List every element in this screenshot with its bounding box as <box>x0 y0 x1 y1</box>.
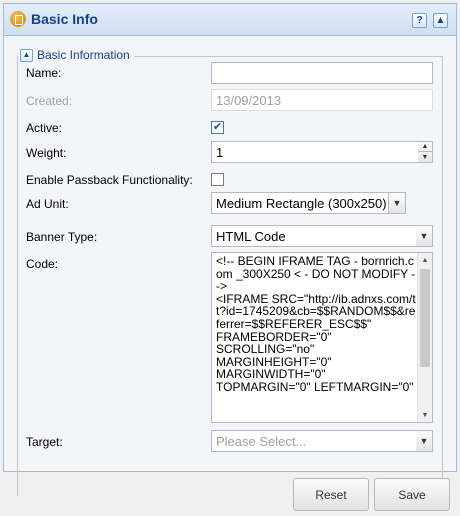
collapse-fieldset-icon[interactable]: ▲ <box>20 48 33 62</box>
target-select[interactable]: Please Select... <box>211 430 417 452</box>
passback-checkbox[interactable] <box>211 173 224 186</box>
scroll-thumb[interactable] <box>420 269 430 367</box>
weight-input[interactable]: 1 <box>211 141 419 163</box>
ad-unit-select[interactable]: Medium Rectangle (300x250) <box>211 192 389 214</box>
code-label: Code: <box>26 257 59 271</box>
reset-button[interactable]: Reset <box>293 478 369 511</box>
passback-label: Enable Passback Functionality: <box>26 173 193 187</box>
target-label: Target: <box>26 435 63 449</box>
save-button[interactable]: Save <box>374 478 450 511</box>
banner-type-label: Banner Type: <box>26 230 98 244</box>
name-input[interactable] <box>211 62 433 84</box>
banner-type-select[interactable]: HTML Code <box>211 225 417 247</box>
app-icon <box>10 11 26 27</box>
spin-down-icon[interactable]: ▼ <box>418 152 432 162</box>
weight-stepper[interactable]: ▲ ▼ <box>418 141 433 163</box>
collapse-panel-icon[interactable]: ▲ <box>433 13 448 28</box>
active-label: Active: <box>26 121 63 135</box>
created-label: Created: <box>26 94 73 108</box>
ad-unit-dropdown-icon[interactable]: ▼ <box>389 192 406 214</box>
code-textarea[interactable]: <!-- BEGIN IFRAME TAG - bornrich.com _30… <box>211 252 433 423</box>
active-checkbox[interactable]: ✔ <box>211 121 224 134</box>
code-scrollbar[interactable]: ▲ ▼ <box>417 253 432 422</box>
fieldset-legend-text: Basic Information <box>37 48 130 62</box>
scroll-down-icon[interactable]: ▼ <box>418 408 432 422</box>
weight-label: Weight: <box>26 146 67 160</box>
panel-header: Basic Info ? ▲ <box>4 4 456 36</box>
code-text: <!-- BEGIN IFRAME TAG - bornrich.com _30… <box>216 254 416 394</box>
help-icon[interactable]: ? <box>412 13 427 28</box>
name-label: Name: <box>26 66 62 80</box>
created-field: 13/09/2013 <box>211 89 433 111</box>
target-dropdown-icon[interactable]: ▼ <box>416 430 433 452</box>
spin-up-icon[interactable]: ▲ <box>418 142 432 152</box>
panel-title-text: Basic Info <box>31 11 98 27</box>
panel-title: Basic Info <box>10 11 98 27</box>
banner-type-dropdown-icon[interactable]: ▼ <box>416 225 433 247</box>
fieldset-legend: ▲ Basic Information <box>18 48 134 62</box>
scroll-up-icon[interactable]: ▲ <box>418 253 432 267</box>
ad-unit-label: Ad Unit: <box>26 197 69 211</box>
